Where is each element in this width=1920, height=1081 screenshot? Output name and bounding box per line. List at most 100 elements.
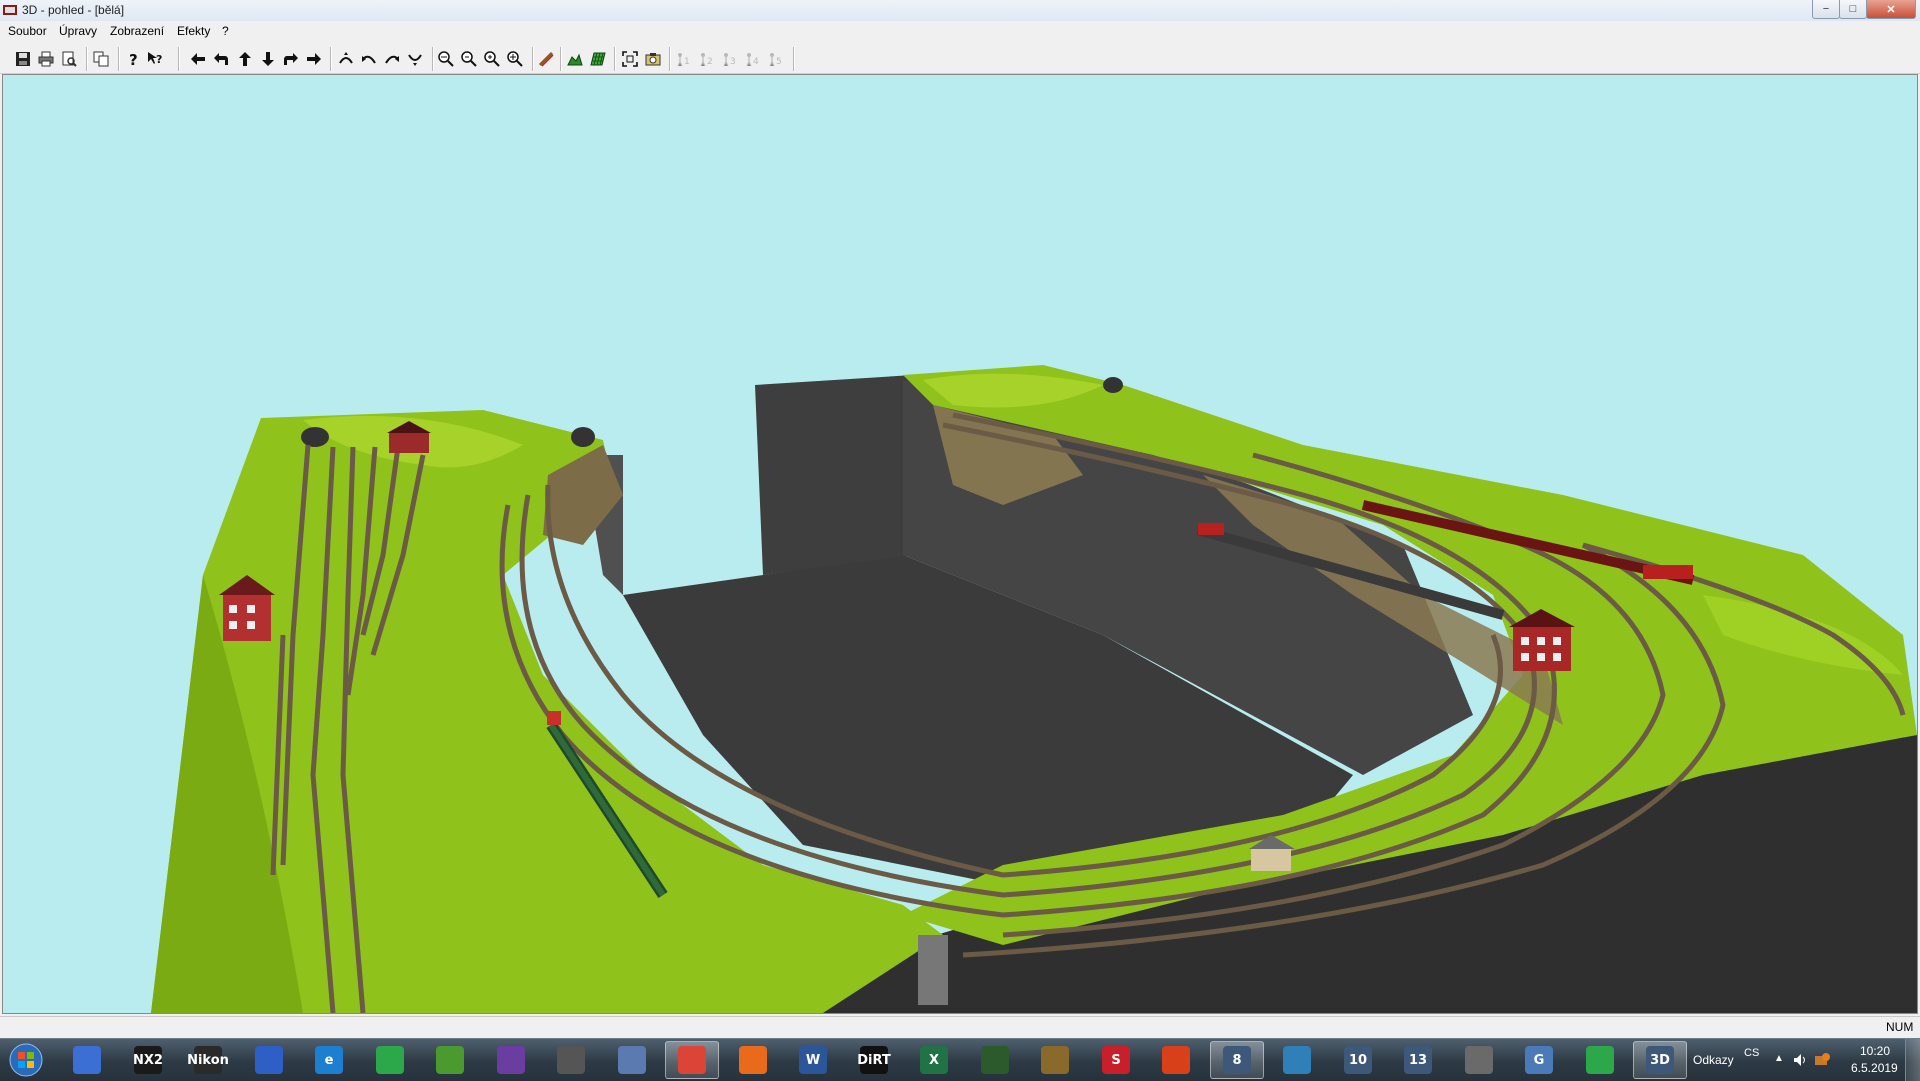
zoom-in-icon xyxy=(507,51,523,67)
move-right-button[interactable] xyxy=(303,49,325,69)
app-office-icon xyxy=(1162,1046,1190,1074)
taskbar-app-dirt[interactable]: DiRT xyxy=(847,1041,901,1079)
grid-icon xyxy=(590,52,606,66)
taskbar-app-internet-explorer[interactable]: e xyxy=(302,1041,356,1079)
taskbar-app-media[interactable] xyxy=(423,1041,477,1079)
start-button[interactable] xyxy=(4,1041,48,1079)
turn-left-button[interactable] xyxy=(210,49,232,69)
taskbar-app-g[interactable]: G xyxy=(1512,1041,1566,1079)
taskbar-app-pickup[interactable] xyxy=(1452,1041,1506,1079)
tilt-up-button[interactable] xyxy=(335,49,357,69)
taskbar-app-helmet[interactable] xyxy=(544,1041,598,1079)
app-internet-explorer-label: e xyxy=(324,1052,334,1068)
save-button[interactable] xyxy=(12,49,34,69)
close-button[interactable]: ✕ xyxy=(1866,0,1916,19)
taskbar-app-firefox[interactable] xyxy=(726,1041,780,1079)
taskbar-app-excel[interactable]: X xyxy=(907,1041,961,1079)
taskbar-app-3d-view[interactable]: 3D xyxy=(1633,1041,1687,1079)
app-nx2-icon: NX2 xyxy=(133,1046,163,1074)
turn-right-button[interactable] xyxy=(280,49,302,69)
minimize-button[interactable]: − xyxy=(1812,0,1840,19)
track-button[interactable] xyxy=(535,49,557,69)
save-icon xyxy=(16,52,30,66)
fit-view-button[interactable] xyxy=(619,49,641,69)
svg-text:?: ? xyxy=(129,51,138,67)
viewpoint-4-button[interactable]: 4 xyxy=(742,49,764,69)
zoom-plus-icon xyxy=(484,51,500,67)
network-warning-icon[interactable] xyxy=(1814,1052,1830,1068)
viewpoint-number: 4 xyxy=(753,57,759,67)
move-back-button[interactable] xyxy=(257,49,279,69)
taskbar-app-visual-studio[interactable] xyxy=(484,1041,538,1079)
camera-button[interactable] xyxy=(642,49,664,69)
terrain-button[interactable] xyxy=(564,49,586,69)
print-button[interactable] xyxy=(35,49,57,69)
taskbar: NX2 Nikon e W DiRT X S 8 10 13 G 3D Odkazy CS ▲ 10:… xyxy=(0,1038,1920,1081)
taskbar-app-nx2[interactable]: NX2 xyxy=(121,1041,175,1079)
taskbar-app-globe[interactable] xyxy=(1270,1041,1324,1079)
terrain-icon xyxy=(567,53,583,66)
svg-text:?: ? xyxy=(156,53,162,66)
3d-viewport[interactable] xyxy=(2,74,1918,1014)
menu-zobrazeni[interactable]: Zobrazení xyxy=(108,24,166,38)
layout-scene[interactable] xyxy=(3,75,1917,1013)
taskbar-app-chrome[interactable] xyxy=(665,1041,719,1079)
viewpoint-2-button[interactable]: 2 xyxy=(696,49,718,69)
taskbar-app-red-s[interactable]: S xyxy=(1089,1041,1143,1079)
toolbar: ? ? 1 2 3 4 5 xyxy=(0,41,1920,74)
menu-efekty[interactable]: Efekty xyxy=(175,24,212,38)
taskbar-app-screen-2[interactable] xyxy=(1573,1041,1627,1079)
taskbar-app-office[interactable] xyxy=(1149,1041,1203,1079)
zoom-plus-button[interactable] xyxy=(481,49,503,69)
menu-help[interactable]: ? xyxy=(220,24,231,38)
menu-soubor[interactable]: Soubor xyxy=(6,24,49,38)
taskbar-app-railway[interactable] xyxy=(968,1041,1022,1079)
taskbar-app-rail-8[interactable]: 8 xyxy=(1210,1041,1264,1079)
viewpoint-5-button[interactable]: 5 xyxy=(765,49,787,69)
back-wall xyxy=(755,375,913,575)
copy-button[interactable] xyxy=(90,49,112,69)
taskbar-app-color[interactable] xyxy=(1028,1041,1082,1079)
menu-upravy[interactable]: Úpravy xyxy=(57,24,99,38)
clock-date[interactable]: 6.5.2019 xyxy=(1851,1061,1898,1075)
rotate-left-button[interactable] xyxy=(358,49,380,69)
context-help-button[interactable]: ? xyxy=(144,49,166,69)
app-icon xyxy=(3,5,17,15)
viewpoint-1-button[interactable]: 1 xyxy=(673,49,695,69)
zoom-minus-button[interactable] xyxy=(458,49,480,69)
show-desktop-button[interactable] xyxy=(1905,1039,1920,1081)
viewpoint-icon: 1 xyxy=(677,53,690,67)
move-left-button[interactable] xyxy=(187,49,209,69)
tray-expand-icon[interactable]: ▲ xyxy=(1774,1053,1784,1064)
volume-icon[interactable] xyxy=(1792,1052,1808,1068)
zoom-out-button[interactable] xyxy=(435,49,457,69)
taskbar-app-save[interactable] xyxy=(242,1041,296,1079)
rotate-right-button[interactable] xyxy=(381,49,403,69)
zoom-in-button[interactable] xyxy=(504,49,526,69)
move-forward-button[interactable] xyxy=(234,49,256,69)
taskbar-app-rail-13[interactable]: 13 xyxy=(1391,1041,1445,1079)
viewpoint-3-button[interactable]: 3 xyxy=(719,49,741,69)
grid-button[interactable] xyxy=(587,49,609,69)
print-preview-button[interactable] xyxy=(58,49,80,69)
taskbar-app-network[interactable] xyxy=(60,1041,114,1079)
toolbar-separator xyxy=(86,47,88,71)
tilt-down-button[interactable] xyxy=(404,49,426,69)
viewpoint-icon: 2 xyxy=(700,53,713,67)
rotate-left-icon xyxy=(362,55,376,64)
taskbar-app-nikon[interactable]: Nikon xyxy=(181,1041,235,1079)
tray-links[interactable]: Odkazy xyxy=(1693,1053,1734,1067)
taskbar-app-screen[interactable] xyxy=(363,1041,417,1079)
clock-time[interactable]: 10:20 xyxy=(1860,1044,1890,1058)
help-button[interactable]: ? xyxy=(122,49,144,69)
maximize-button[interactable]: □ xyxy=(1839,0,1867,19)
windows-start-icon xyxy=(9,1043,43,1077)
tray-language[interactable]: CS xyxy=(1744,1047,1759,1059)
rotate-down-icon xyxy=(408,54,422,66)
taskbar-app-word[interactable]: W xyxy=(786,1041,840,1079)
app-rail-10-label: 10 xyxy=(1348,1052,1368,1068)
app-games-icon xyxy=(618,1046,646,1074)
taskbar-app-games[interactable] xyxy=(605,1041,659,1079)
taskbar-app-rail-10[interactable]: 10 xyxy=(1331,1041,1385,1079)
viewpoint-number: 2 xyxy=(707,57,713,67)
